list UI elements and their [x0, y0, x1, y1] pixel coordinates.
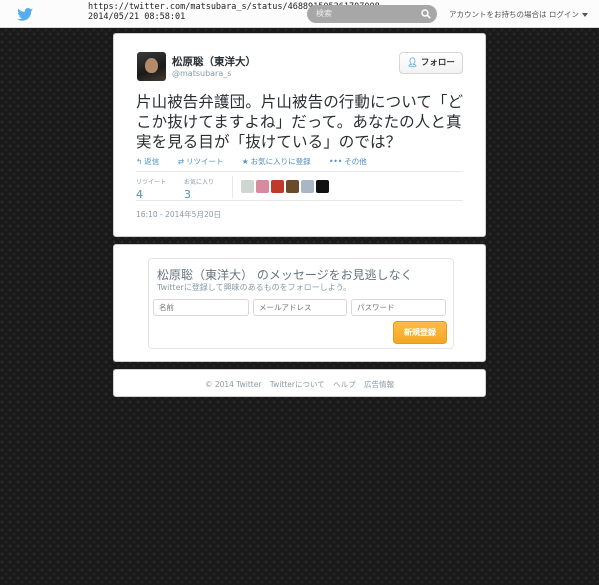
divider	[136, 200, 463, 201]
tweet-text: 片山被告弁護団。片山被告の行動について「どこか抜けてますよね」だって。あなたの人…	[136, 93, 464, 151]
follow-button[interactable]: 👤︎ フォロー	[399, 52, 463, 74]
login-label: アカウントをお持ちの場合は ログイン	[449, 10, 579, 19]
tweet-card: 松原聡（東洋大） @matsubara_s 👤︎ フォロー 片山被告弁護団。片山被…	[113, 33, 486, 237]
signup-card: 松原聡（東洋大） のメッセージをお見逃しなく Twitterに登録して興味のある…	[113, 244, 486, 362]
retweet-stat-label: リツイート	[136, 179, 167, 186]
more-button[interactable]: ••• その他	[329, 157, 375, 166]
favoriter-avatars	[241, 180, 331, 199]
retweet-button[interactable]: ⇄ リツイート	[178, 157, 232, 166]
more-icon: •••	[329, 157, 343, 166]
favoriter-avatar[interactable]	[301, 180, 314, 193]
footer-link-about[interactable]: Twitterについて	[270, 380, 325, 389]
email-field[interactable]	[253, 299, 347, 316]
favorite-button[interactable]: ★ お気に入りに登録	[242, 157, 319, 166]
signup-subtitle: Twitterに登録して興味のあるものをフォローしよう。	[157, 283, 352, 292]
footer-card: © 2014 Twitter Twitterについて ヘルプ 広告情報	[113, 369, 486, 397]
star-icon: ★	[241, 157, 249, 166]
signup-button[interactable]: 新規登録	[393, 321, 447, 344]
reply-button[interactable]: ↰ 返信	[136, 157, 167, 166]
top-bar: https://twitter.com/matsubara_s/status/4…	[0, 0, 599, 28]
favoriter-avatar[interactable]	[241, 180, 254, 193]
search-input[interactable]: 検索	[307, 5, 437, 23]
login-link[interactable]: アカウントをお持ちの場合は ログイン	[449, 9, 588, 20]
avatar[interactable]	[137, 52, 166, 81]
signup-form: 松原聡（東洋大） のメッセージをお見逃しなく Twitterに登録して興味のある…	[148, 258, 454, 349]
author-handle[interactable]: @matsubara_s	[172, 69, 231, 78]
footer-links: © 2014 Twitter Twitterについて ヘルプ 広告情報	[114, 379, 485, 390]
more-label: その他	[344, 157, 367, 166]
favorite-stat[interactable]: お気に入り 3	[184, 177, 214, 201]
retweet-icon: ⇄	[177, 157, 184, 166]
tweet-timestamp[interactable]: 16:10 - 2014年5月20日	[136, 209, 221, 220]
favoriter-avatar[interactable]	[271, 180, 284, 193]
footer-link-help[interactable]: ヘルプ	[333, 380, 356, 389]
divider	[136, 171, 463, 172]
password-field[interactable]	[351, 299, 446, 316]
reply-label: 返信	[144, 157, 160, 166]
favorite-label: お気に入りに登録	[250, 157, 311, 166]
name-field[interactable]	[153, 299, 249, 316]
footer-copyright: © 2014 Twitter	[204, 380, 262, 389]
favoriter-avatar[interactable]	[256, 180, 269, 193]
retweet-stat[interactable]: リツイート 4	[136, 177, 166, 201]
favoriter-avatar[interactable]	[316, 180, 329, 193]
follow-label: フォロー	[420, 58, 455, 68]
tweet-actions: ↰ 返信 ⇄ リツイート ★ お気に入りに登録 ••• その他	[136, 156, 383, 167]
twitter-bird-icon[interactable]	[17, 8, 33, 21]
author-name[interactable]: 松原聡（東洋大）	[172, 54, 256, 69]
search-placeholder: 検索	[316, 9, 332, 18]
favorite-stat-label: お気に入り	[184, 179, 215, 186]
follow-icon: 👤︎	[407, 58, 418, 68]
retweet-label: リツイート	[185, 157, 224, 166]
footer-link-ads[interactable]: 広告情報	[364, 380, 394, 389]
divider	[232, 176, 233, 198]
signup-title: 松原聡（東洋大） のメッセージをお見逃しなく	[157, 268, 413, 282]
chevron-down-icon	[581, 13, 588, 17]
search-icon[interactable]	[421, 9, 431, 19]
reply-icon: ↰	[136, 157, 143, 166]
favoriter-avatar[interactable]	[286, 180, 299, 193]
